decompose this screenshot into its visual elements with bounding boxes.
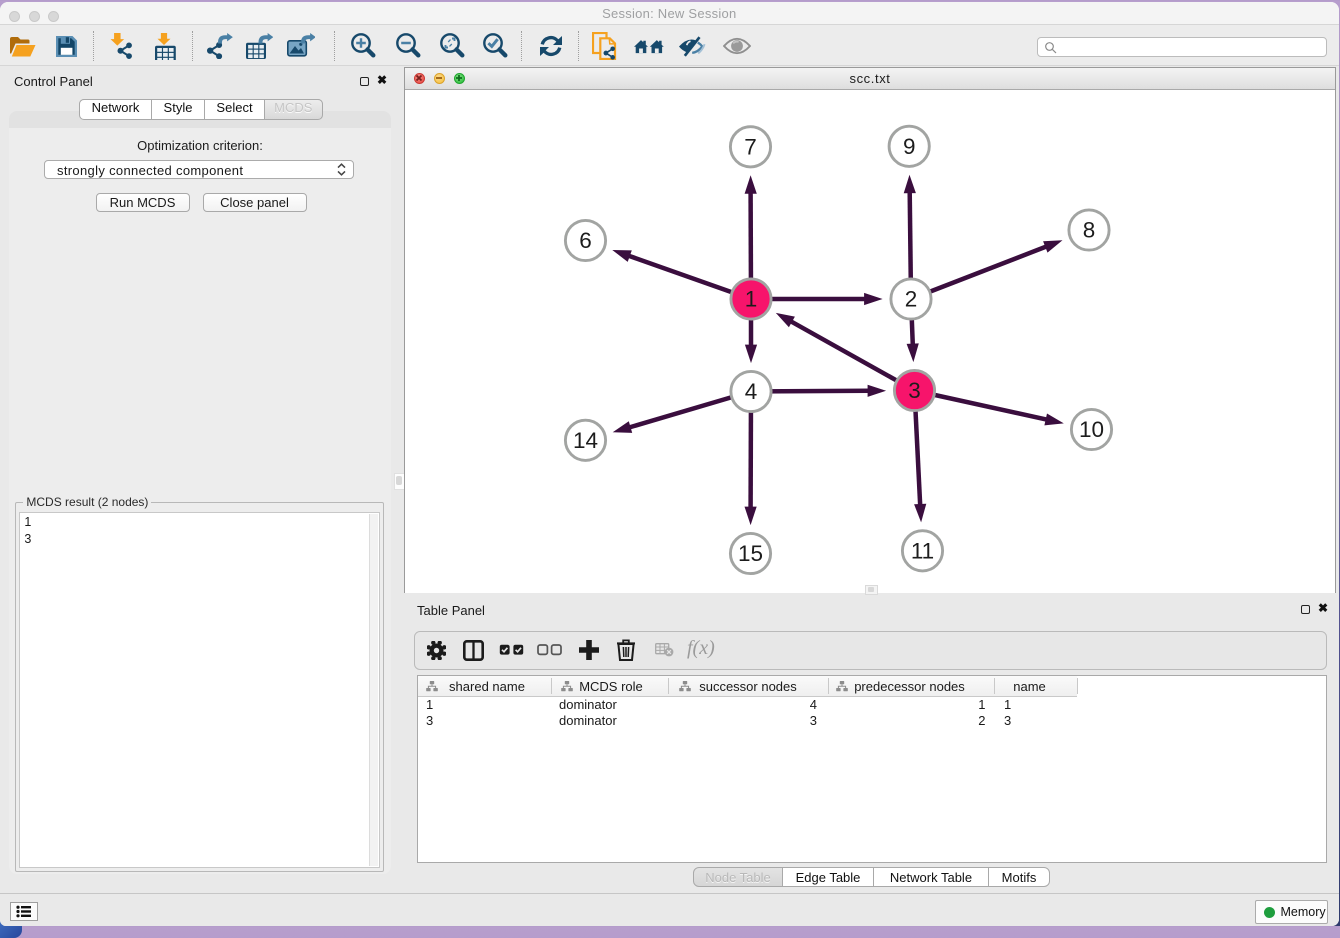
svg-text:10: 10 bbox=[1079, 417, 1104, 442]
svg-text:2: 2 bbox=[905, 287, 918, 312]
svg-text:15: 15 bbox=[738, 541, 763, 566]
svg-text:6: 6 bbox=[579, 228, 592, 253]
svg-text:1: 1 bbox=[745, 287, 758, 312]
svg-text:9: 9 bbox=[903, 134, 916, 159]
svg-text:4: 4 bbox=[745, 379, 758, 404]
svg-text:8: 8 bbox=[1083, 218, 1096, 243]
svg-text:14: 14 bbox=[573, 428, 598, 453]
svg-text:7: 7 bbox=[744, 134, 757, 159]
svg-text:11: 11 bbox=[911, 538, 934, 563]
svg-text:3: 3 bbox=[908, 378, 921, 403]
